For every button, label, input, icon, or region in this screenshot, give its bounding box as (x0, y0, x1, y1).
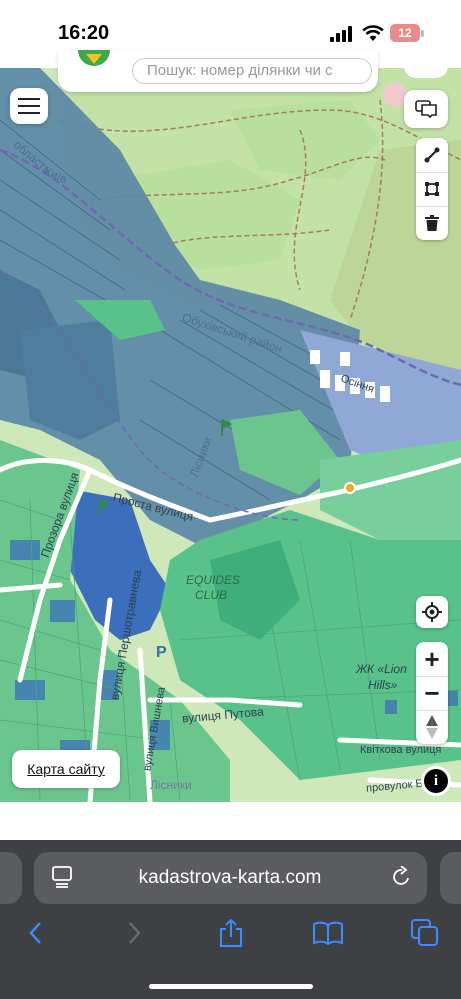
menu-button[interactable] (10, 88, 48, 124)
back-button[interactable] (20, 918, 50, 948)
home-indicator (149, 984, 313, 989)
status-time: 16:20 (58, 22, 110, 44)
compass-icon (426, 715, 438, 739)
chevron-left-icon (29, 922, 41, 944)
wifi-icon (362, 25, 384, 41)
bookmarks-button[interactable] (313, 918, 343, 948)
trash-icon (425, 215, 439, 231)
tabs-icon (411, 919, 438, 946)
chat-bubble-icon (415, 100, 437, 118)
cellular-signal-icon (330, 26, 352, 42)
map-label-lisnyky-bottom: Лісники (150, 778, 192, 792)
delete-drawing-button[interactable] (416, 206, 448, 240)
polygon-tool-icon (425, 182, 439, 196)
map-label-hills: Hills» (368, 678, 398, 692)
zoom-out-button[interactable]: − (416, 676, 448, 711)
url-text: kadastrova-karta.com (138, 867, 322, 888)
page-menu-icon[interactable] (52, 866, 72, 888)
map-label-lion: ЖК «Lion (356, 662, 407, 676)
measure-line-button[interactable] (416, 138, 448, 173)
battery-tip (421, 30, 424, 37)
locate-icon (422, 602, 442, 622)
tabs-button[interactable] (410, 918, 440, 948)
measure-area-button[interactable] (416, 172, 448, 207)
sitemap-link[interactable]: Карта сайту (12, 750, 120, 788)
site-logo-icon (78, 50, 110, 66)
map-label-club: CLUB (195, 588, 228, 602)
info-button[interactable]: i (421, 766, 451, 796)
previous-tab-preview[interactable] (0, 852, 22, 904)
zoom-controls: + − (416, 642, 448, 744)
reload-icon[interactable] (392, 866, 412, 888)
info-icon: i (424, 769, 448, 793)
parking-icon: P (156, 644, 167, 661)
forward-button[interactable] (120, 918, 150, 948)
line-tool-icon (424, 147, 440, 163)
share-button[interactable] (216, 918, 246, 948)
my-location-button[interactable] (416, 596, 448, 628)
map-label-kvitkova: Квіткова вулиця (360, 744, 442, 756)
hamburger-icon (18, 98, 40, 114)
compass-button[interactable] (416, 710, 448, 744)
chevron-right-icon (129, 922, 141, 944)
top-right-control[interactable] (404, 52, 448, 78)
zoom-in-button[interactable]: + (416, 642, 448, 677)
search-input[interactable]: Пошук: номер ділянки чи с (132, 58, 372, 84)
next-tab-preview[interactable] (440, 852, 461, 904)
cadastral-map[interactable]: область Київ Обухівський район Лісники П… (0, 68, 461, 802)
book-icon (313, 921, 343, 945)
battery-indicator: 12 (390, 24, 420, 42)
share-icon (220, 919, 242, 947)
feedback-button[interactable] (404, 90, 448, 128)
drawing-toolbar (416, 138, 448, 240)
map-label-equides: EQUIDES (186, 573, 241, 587)
